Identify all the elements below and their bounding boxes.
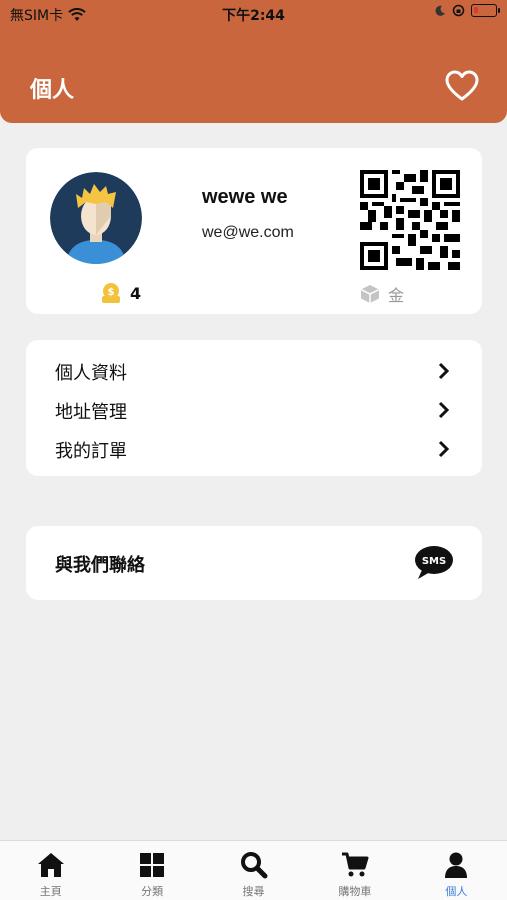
tab-label: 主頁 — [39, 885, 62, 898]
menu-item-label: 個人資料 — [55, 362, 127, 384]
gold-label: 金 — [388, 286, 405, 305]
menu-card: 個人資料 地址管理 我的訂單 — [26, 340, 482, 476]
svg-text:$: $ — [108, 287, 115, 298]
tab-category[interactable]: 分類 — [101, 841, 202, 900]
menu-item-address[interactable]: 地址管理 — [26, 391, 482, 430]
tab-search[interactable]: 搜尋 — [203, 841, 304, 900]
tab-profile[interactable]: 個人 — [406, 841, 507, 900]
heart-icon[interactable] — [445, 70, 479, 102]
rotation-lock-icon — [452, 4, 465, 17]
battery-level — [474, 7, 478, 13]
page-title: 個人 — [30, 78, 75, 103]
coin-icon: $ — [102, 283, 120, 303]
cart-icon — [341, 852, 369, 877]
qr-code[interactable] — [360, 170, 460, 270]
menu-item-profile[interactable]: 個人資料 — [26, 352, 482, 391]
profile-card: wewe we we@we.com $ 4 金 — [26, 148, 482, 314]
tab-home[interactable]: 主頁 — [0, 841, 101, 900]
coin-count: 4 — [130, 283, 142, 303]
tab-label: 分類 — [141, 885, 164, 898]
menu-item-label: 地址管理 — [55, 401, 127, 423]
battery-icon — [471, 4, 500, 17]
status-time: 下午2:44 — [222, 8, 285, 24]
user-name: wewe we — [202, 186, 288, 208]
user-icon — [445, 852, 468, 878]
coin-balance[interactable]: $ 4 — [100, 282, 141, 304]
gold-info[interactable]: 金 — [360, 282, 404, 306]
chevron-right-icon — [438, 362, 450, 380]
status-bar: 無SIM卡 下午2:44 — [0, 0, 507, 28]
search-icon — [240, 852, 268, 879]
tab-cart[interactable]: 購物車 — [304, 841, 405, 900]
tab-label: 購物車 — [338, 885, 372, 898]
tab-label: 個人 — [445, 885, 468, 898]
menu-item-label: 我的訂單 — [55, 440, 127, 462]
chevron-right-icon — [438, 440, 450, 458]
grid-icon — [140, 853, 165, 877]
home-icon — [37, 853, 64, 877]
sms-icon[interactable]: SMS — [414, 544, 454, 580]
contact-label: 與我們聯絡 — [55, 555, 145, 576]
menu-item-orders[interactable]: 我的訂單 — [26, 430, 482, 469]
bottom-tab-bar: 主頁 分類 搜尋 購物車 個人 — [0, 840, 507, 900]
moon-icon — [435, 5, 445, 16]
box-icon — [360, 285, 380, 303]
chevron-right-icon — [438, 401, 450, 419]
sms-icon-text: SMS — [422, 556, 446, 567]
user-email: we@we.com — [202, 224, 294, 241]
header-bar: 無SIM卡 下午2:44 個人 — [0, 0, 507, 123]
tab-label: 搜尋 — [242, 885, 265, 898]
contact-card[interactable]: 與我們聯絡 SMS — [26, 526, 482, 600]
avatar[interactable] — [50, 172, 142, 264]
status-right-icons — [434, 4, 500, 17]
